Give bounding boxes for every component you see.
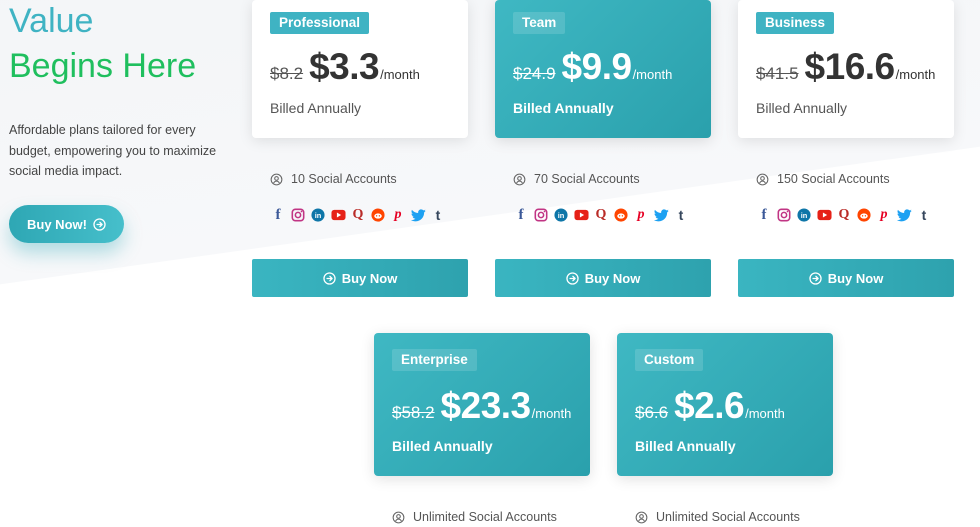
user-circle-icon [270,173,283,185]
plan-card-team: Team $24.9 $9.9 /month Billed Annually [495,0,711,138]
arrow-right-circle-icon [93,217,106,231]
current-price: $16.6 [804,46,896,87]
youtube-icon[interactable] [573,207,589,223]
pinterest-icon[interactable]: p [876,207,892,223]
accounts-count-professional: 10 Social Accounts [270,172,397,186]
price-period: /month [895,67,936,82]
facebook-icon[interactable]: f [756,207,772,223]
old-price: $24.9 [513,64,556,83]
instagram-icon[interactable] [776,207,792,223]
price-period: /month [632,67,673,82]
user-circle-icon [392,511,405,523]
arrow-right-circle-icon [566,271,579,285]
youtube-icon[interactable] [816,207,832,223]
user-circle-icon [513,173,526,185]
pinterest-icon[interactable]: p [390,207,406,223]
billing-note: Billed Annually [513,100,614,116]
svg-text:in: in [315,211,322,220]
user-circle-icon [756,173,769,185]
price-period: /month [531,406,572,421]
plan-card-business: Business $41.5 $16.6 /month Billed Annua… [738,0,954,138]
price-row: $6.6 $2.6 /month [635,385,785,427]
linkedin-icon[interactable]: in [310,207,326,223]
social-icons-team: f in Qp t [513,207,689,223]
accounts-count-custom: Unlimited Social Accounts [635,510,800,524]
pinterest-icon[interactable]: p [633,207,649,223]
social-icons-business: f in Qp t [756,207,932,223]
price-period: /month [745,406,785,421]
svg-text:in: in [801,211,808,220]
svg-text:in: in [558,211,565,220]
linkedin-icon[interactable]: in [796,207,812,223]
facebook-icon[interactable]: f [513,207,529,223]
hero-description: Affordable plans tailored for every budg… [9,123,217,178]
buy-now-label: Buy Now [827,270,884,286]
billing-note: Billed Annually [756,100,848,116]
arrow-right-circle-icon [809,271,822,285]
quora-icon[interactable]: Q [836,207,852,223]
reddit-icon[interactable] [370,207,386,223]
current-price: $23.3 [440,385,532,426]
quora-icon[interactable]: Q [593,207,609,223]
facebook-icon[interactable]: f [270,207,286,223]
price-period: /month [380,67,420,82]
instagram-icon[interactable] [533,207,549,223]
tumblr-icon[interactable]: t [430,207,446,223]
current-price: $9.9 [561,46,633,87]
instagram-icon[interactable] [290,207,306,223]
buy-now-button-team[interactable]: Buy Now [495,259,711,297]
price-row: $24.9 $9.9 /month [513,46,672,88]
twitter-icon[interactable] [653,207,669,223]
buy-now-label: Buy Now [584,270,641,286]
hero-buy-now-button[interactable]: Buy Now! [9,205,124,243]
billing-note: Billed Annually [635,438,736,454]
accounts-count-team: 70 Social Accounts [513,172,640,186]
old-price: $58.2 [392,403,435,422]
reddit-icon[interactable] [613,207,629,223]
youtube-icon[interactable] [330,207,346,223]
plan-card-enterprise: Enterprise $58.2 $23.3 /month Billed Ann… [374,333,590,476]
accounts-label: 150 Social Accounts [777,172,890,186]
accounts-count-enterprise: Unlimited Social Accounts [392,510,557,524]
plan-card-custom: Custom $6.6 $2.6 /month Billed Annually [617,333,833,476]
linkedin-icon[interactable]: in [553,207,569,223]
price-row: $58.2 $23.3 /month [392,385,571,427]
plan-name-badge: Enterprise [392,349,477,371]
social-icons-professional: f in Qp t [270,207,446,223]
hero-title-line2: Begins Here [9,47,197,85]
plan-name-badge: Team [513,12,566,34]
accounts-label: Unlimited Social Accounts [656,510,800,524]
accounts-label: 70 Social Accounts [534,172,640,186]
buy-now-label: Buy Now [341,270,398,286]
tumblr-icon[interactable]: t [916,207,932,223]
buy-now-button-business[interactable]: Buy Now [738,259,954,297]
reddit-icon[interactable] [856,207,872,223]
accounts-label: Unlimited Social Accounts [413,510,557,524]
price-row: $41.5 $16.6 /month [756,46,935,88]
plan-name-badge: Business [756,12,835,34]
arrow-right-circle-icon [323,271,336,285]
price-row: $8.2 $3.3 /month [270,46,420,88]
old-price: $6.6 [635,403,669,422]
quora-icon[interactable]: Q [350,207,366,223]
hero-buy-now-label: Buy Now! [27,216,87,232]
current-price: $3.3 [309,46,380,87]
user-circle-icon [635,511,648,523]
hero-title-line1: Value [9,2,94,40]
billing-note: Billed Annually [270,100,362,116]
plan-name-badge: Professional [270,12,370,34]
twitter-icon[interactable] [896,207,912,223]
current-price: $2.6 [674,385,745,426]
old-price: $8.2 [270,64,304,83]
buy-now-button-professional[interactable]: Buy Now [252,259,468,297]
tumblr-icon[interactable]: t [673,207,689,223]
accounts-label: 10 Social Accounts [291,172,397,186]
plan-card-professional: Professional $8.2 $3.3 /month Billed Ann… [252,0,468,138]
accounts-count-business: 150 Social Accounts [756,172,890,186]
billing-note: Billed Annually [392,438,493,454]
plan-name-badge: Custom [635,349,704,371]
old-price: $41.5 [756,64,799,83]
twitter-icon[interactable] [410,207,426,223]
